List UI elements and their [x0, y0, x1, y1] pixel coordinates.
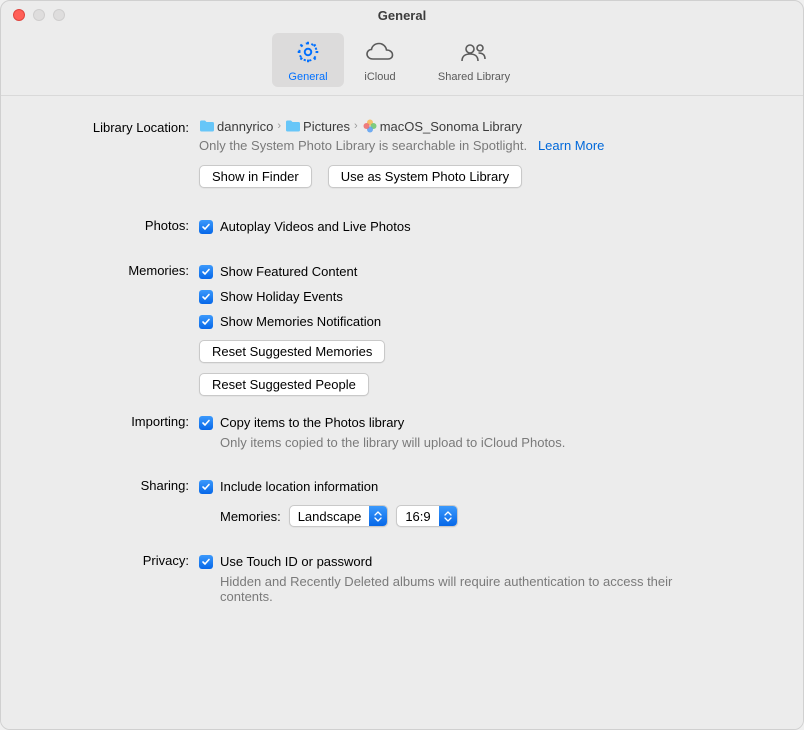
show-notification-checkbox[interactable]: [199, 315, 213, 329]
show-notification-label: Show Memories Notification: [220, 314, 381, 329]
aspect-value: 16:9: [397, 509, 438, 524]
privacy-caption: Hidden and Recently Deleted albums will …: [220, 574, 690, 604]
tab-icloud-label: iCloud: [364, 71, 395, 83]
orientation-select[interactable]: Landscape: [289, 505, 389, 527]
chevron-icon: ›: [275, 120, 283, 132]
orientation-value: Landscape: [290, 509, 370, 524]
touchid-label: Use Touch ID or password: [220, 554, 372, 569]
learn-more-link[interactable]: Learn More: [538, 138, 604, 153]
autoplay-checkbox[interactable]: [199, 220, 213, 234]
toolbar: General iCloud Shared Library: [1, 29, 803, 96]
content: Library Location: dannyrico › Pictures ›: [1, 96, 803, 729]
path-part-1: dannyrico: [217, 119, 273, 134]
library-location-label: Library Location:: [41, 118, 199, 135]
show-holiday-checkbox[interactable]: [199, 290, 213, 304]
touchid-checkbox[interactable]: [199, 555, 213, 569]
memories-label: Memories:: [41, 261, 199, 278]
use-as-system-library-button[interactable]: Use as System Photo Library: [328, 165, 522, 188]
chevron-icon: ›: [352, 120, 360, 132]
show-holiday-label: Show Holiday Events: [220, 289, 343, 304]
people-icon: [459, 39, 489, 68]
tab-general-label: General: [288, 71, 327, 83]
include-location-checkbox[interactable]: [199, 480, 213, 494]
tab-shared-library[interactable]: Shared Library: [416, 33, 532, 87]
photos-label: Photos:: [41, 216, 199, 233]
show-in-finder-button[interactable]: Show in Finder: [199, 165, 312, 188]
photos-library-icon: [362, 118, 378, 134]
aspect-select[interactable]: 16:9: [396, 505, 457, 527]
importing-caption: Only items copied to the library will up…: [220, 435, 763, 450]
copy-items-checkbox[interactable]: [199, 416, 213, 430]
copy-items-label: Copy items to the Photos library: [220, 415, 404, 430]
tab-icloud[interactable]: iCloud: [344, 33, 416, 87]
tab-general[interactable]: General: [272, 33, 344, 87]
folder-icon: [285, 118, 301, 134]
library-caption: Only the System Photo Library is searcha…: [199, 138, 527, 153]
reset-memories-button[interactable]: Reset Suggested Memories: [199, 340, 385, 363]
importing-label: Importing:: [41, 412, 199, 429]
include-location-label: Include location information: [220, 479, 378, 494]
folder-icon: [199, 118, 215, 134]
gear-icon: [295, 39, 321, 68]
sharing-label: Sharing:: [41, 476, 199, 493]
cloud-icon: [365, 39, 395, 68]
titlebar: General: [1, 1, 803, 29]
privacy-label: Privacy:: [41, 551, 199, 568]
show-featured-label: Show Featured Content: [220, 264, 357, 279]
select-arrows-icon: [369, 506, 387, 526]
tab-shared-library-label: Shared Library: [438, 71, 510, 83]
show-featured-checkbox[interactable]: [199, 265, 213, 279]
path-part-2: Pictures: [303, 119, 350, 134]
memories-inline-label: Memories:: [220, 509, 281, 524]
window-title: General: [1, 8, 803, 23]
reset-people-button[interactable]: Reset Suggested People: [199, 373, 369, 396]
library-path-breadcrumb[interactable]: dannyrico › Pictures ›: [199, 118, 763, 134]
select-arrows-icon: [439, 506, 457, 526]
autoplay-label: Autoplay Videos and Live Photos: [220, 219, 411, 234]
path-part-3: macOS_Sonoma Library: [380, 119, 522, 134]
settings-window: General General iCloud: [0, 0, 804, 730]
